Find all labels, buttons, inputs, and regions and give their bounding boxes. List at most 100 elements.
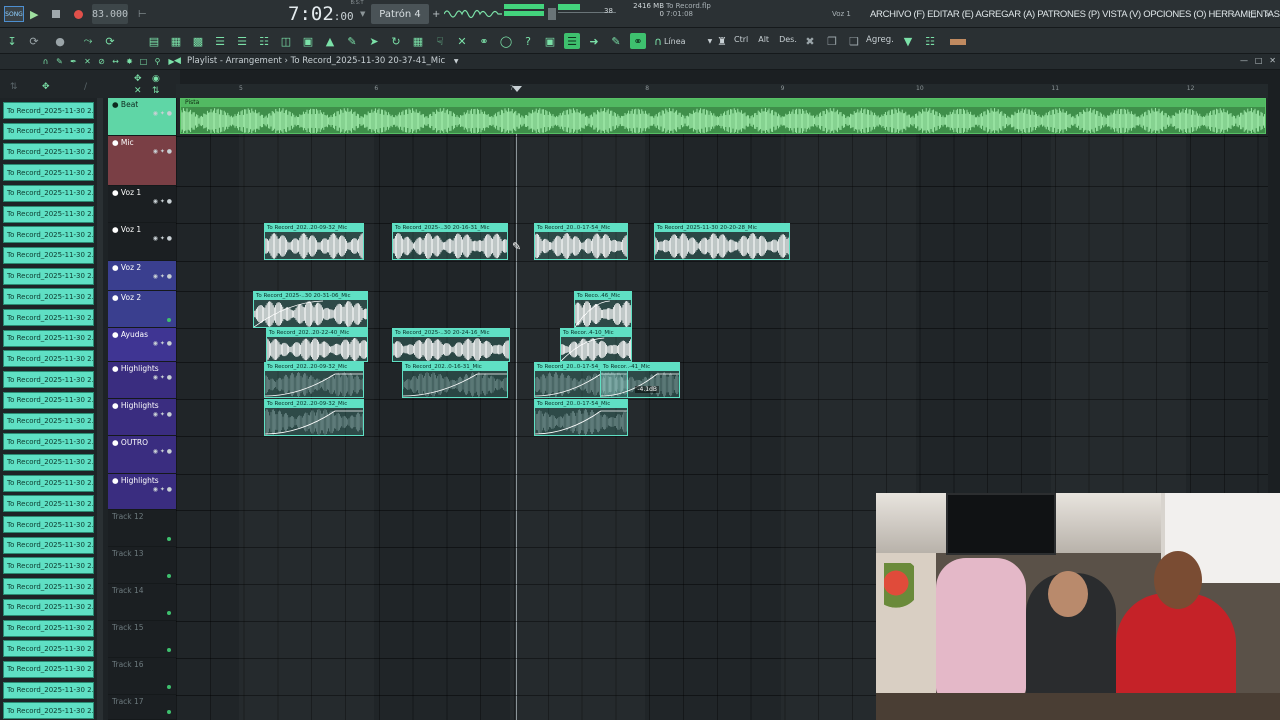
track-header[interactable]: ● Voz 2 ◉ ✦ ●	[108, 261, 176, 291]
clip-list-item[interactable]: To Record_2025-11-30 2...	[3, 226, 94, 244]
track-controls-icon[interactable]: ◉ ✦ ●	[153, 374, 172, 381]
maximize-icon[interactable]: □	[1249, 10, 1257, 19]
track-header[interactable]: Track 16	[108, 658, 176, 695]
clip-list-item[interactable]: To Record_2025-11-30 2...	[3, 495, 94, 513]
picker-close-icon[interactable]: ✕	[134, 86, 142, 96]
track-header[interactable]: ● Highlights ◉ ✦ ●	[108, 474, 176, 510]
clip-list-item[interactable]: To Record_2025-11-30 2...	[3, 309, 94, 326]
clip-list-item[interactable]: To Record_2025-11-30 2...	[3, 640, 94, 658]
clip-list-item[interactable]: To Record_2025-11-30 2...	[3, 412, 94, 430]
arrow-icon[interactable]: ➤	[366, 33, 382, 49]
audio-clip[interactable]: To Record_202..0-16-31_Mic	[402, 362, 508, 398]
time-display[interactable]: 7:02:00	[288, 3, 354, 25]
audio-clip[interactable]: To Record_2025-..30 20-31-06_Mic	[253, 291, 368, 328]
track-header[interactable]: Track 15	[108, 621, 176, 658]
clip-list-item[interactable]: To Record_2025-11-30 2...	[3, 371, 94, 389]
picker-move-icon[interactable]: ✥	[42, 82, 50, 92]
clip-list-scrollbar[interactable]	[97, 98, 103, 720]
grid-icon[interactable]: ☷	[922, 33, 938, 49]
menu-icon[interactable]: ☰	[234, 33, 250, 49]
record-button[interactable]	[74, 4, 84, 24]
copy-icon[interactable]: ❐	[824, 33, 840, 49]
playlist-icon[interactable]: ▩	[190, 33, 206, 49]
picker-link-icon[interactable]: ∕	[84, 82, 87, 92]
track-controls-icon[interactable]: ◉ ✦ ●	[153, 198, 172, 205]
minimize-icon[interactable]: —	[1232, 10, 1240, 19]
refresh-icon[interactable]: ⟳	[26, 33, 42, 49]
audio-clip[interactable]: To Recor..-41_Mic -4.1dB	[600, 362, 680, 398]
beat-audio-clip[interactable]: Pista	[180, 98, 1266, 134]
playlist-close-icon[interactable]: ✕	[1269, 56, 1276, 65]
playhead-marker[interactable]	[512, 86, 522, 92]
clip-list-item[interactable]: To Record_2025-11-30 2...	[3, 205, 94, 223]
tuner-icon[interactable]: ▲	[322, 33, 338, 49]
snap-selector[interactable]: Línea ▼	[664, 35, 712, 48]
track-header[interactable]: ● Highlights ◉ ✦ ●	[108, 399, 176, 436]
audio-clip[interactable]: To Record_202..20-09-32_Mic	[264, 399, 364, 436]
audio-clip[interactable]: To Record_202..20-22-40_Mic	[266, 328, 368, 362]
track-enable-icon[interactable]	[167, 318, 171, 322]
track-controls-icon[interactable]: ◉ ✦ ●	[153, 110, 172, 117]
audio-clip[interactable]: To Record_202..20-09-32_Mic	[264, 223, 364, 260]
clip-list-item[interactable]: To Record_2025-11-30 2...	[3, 267, 94, 285]
track-controls-icon[interactable]: ◉ ✦ ●	[153, 235, 172, 242]
picker-cross-icon[interactable]: ✥	[134, 74, 142, 84]
clip-list-item[interactable]: To Record_2025-11-30 2...	[3, 102, 94, 119]
play-button[interactable]: ▶	[30, 4, 42, 24]
color-swatch[interactable]	[950, 39, 966, 45]
playlist-view-icon[interactable]: ☰	[564, 33, 580, 49]
stamp-icon[interactable]: ♜	[714, 33, 730, 49]
save-icon[interactable]: ▦	[410, 33, 426, 49]
select-tool-icon[interactable]: □	[138, 56, 149, 67]
paste-icon[interactable]: ❑	[846, 33, 862, 49]
track-header[interactable]: ● Ayudas ◉ ✦ ●	[108, 328, 176, 362]
track-header[interactable]: ● Highlights ◉ ✦ ●	[108, 362, 176, 399]
mute-tool-icon[interactable]: ⊘	[96, 56, 107, 67]
link-icon[interactable]: ⚭	[630, 33, 646, 49]
clip-list-item[interactable]: To Record_2025-11-30 2...	[3, 453, 94, 471]
track-header[interactable]: Track 12	[108, 510, 176, 547]
track-enable-icon[interactable]	[167, 685, 171, 689]
clip-list-item[interactable]: To Record_2025-11-30 2...	[3, 164, 94, 182]
clip-list-item[interactable]: To Record_2025-11-30 2...	[3, 598, 94, 616]
clip-list-item[interactable]: To Record_2025-11-30 2...	[3, 557, 94, 575]
knob-icon[interactable]: ●	[52, 33, 68, 49]
add-pattern-icon[interactable]: +	[432, 4, 440, 24]
track-header[interactable]: ● Mic ◉ ✦ ●	[108, 136, 176, 186]
clip-list-item[interactable]: To Record_2025-11-30 2...	[3, 391, 94, 409]
clip-list-item[interactable]: To Record_2025-11-30 2...	[3, 122, 94, 140]
track-controls-icon[interactable]: ◉ ✦ ●	[153, 148, 172, 155]
track-header[interactable]: Track 13	[108, 547, 176, 584]
audio-clip[interactable]: To Reco..46_Mic	[574, 291, 632, 328]
browser-icon[interactable]: ↧	[4, 33, 20, 49]
track-enable-icon[interactable]	[167, 611, 171, 615]
time-format-dropdown-icon[interactable]: ▼	[360, 4, 368, 24]
playlist-maximize-icon[interactable]: □	[1255, 56, 1263, 65]
file-icon[interactable]: ▣	[300, 33, 316, 49]
pencil-tool-icon[interactable]: ✎	[54, 56, 65, 67]
stop-button[interactable]	[52, 4, 62, 24]
track-enable-icon[interactable]	[167, 537, 171, 541]
window-controls[interactable]: — □ ✕	[1228, 4, 1276, 24]
track-header[interactable]: ● Voz 2	[108, 291, 176, 328]
clip-list-item[interactable]: To Record_2025-11-30 2...	[3, 246, 94, 264]
audio-clip[interactable]: To Record_20..0-17-54_Mic	[534, 399, 628, 436]
clip-list-item[interactable]: To Record_2025-11-30 2...	[3, 433, 94, 451]
slice-tool-icon[interactable]: ✸	[124, 56, 135, 67]
track-header[interactable]: ● OUTRO ◉ ✦ ●	[108, 436, 176, 474]
picker-pin-icon[interactable]: ◉	[152, 74, 160, 84]
snap-icon[interactable]: ⤳	[80, 33, 96, 49]
chat-icon[interactable]: ◯	[498, 33, 514, 49]
forward-icon[interactable]: ➜	[586, 33, 602, 49]
clip-list-item[interactable]: To Record_2025-11-30 2...	[3, 143, 94, 161]
slip-tool-icon[interactable]: ↔	[110, 56, 121, 67]
des-key[interactable]: Des.	[779, 35, 797, 48]
track-controls-icon[interactable]: ◉ ✦ ●	[153, 273, 172, 280]
clip-list-item[interactable]: To Record_2025-11-30 2...	[3, 578, 94, 596]
cycle-icon[interactable]: ↻	[388, 33, 404, 49]
magnet-tool-icon[interactable]: ∩	[40, 56, 51, 67]
picker-arrow-icon[interactable]: ⇅	[10, 82, 18, 92]
plugin-icon[interactable]: ◫	[278, 33, 294, 49]
track-header[interactable]: Track 14	[108, 584, 176, 621]
piano-roll-icon[interactable]: ▤	[146, 33, 162, 49]
